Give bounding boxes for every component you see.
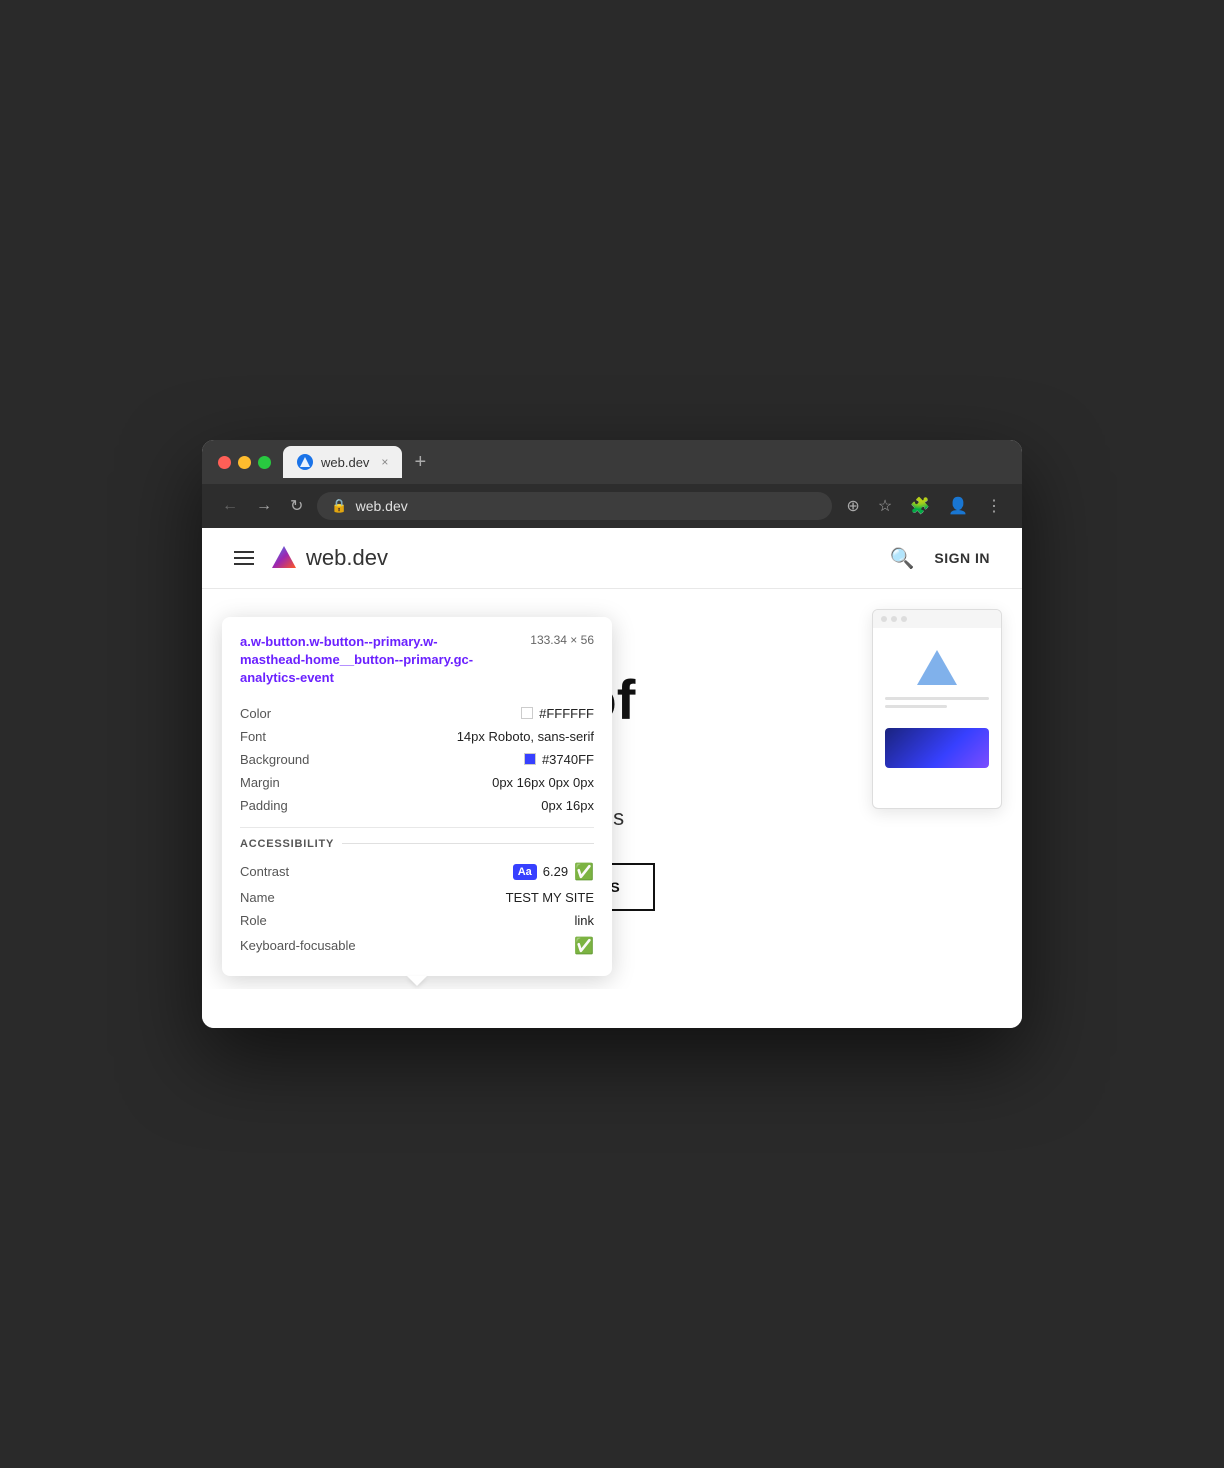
back-button[interactable]: ← <box>218 493 242 519</box>
inspector-value-color: #FFFFFF <box>521 706 594 721</box>
inspector-divider <box>240 827 594 828</box>
tooltip-arrow <box>407 976 427 986</box>
mockup-content <box>873 628 1001 780</box>
inspector-value-name: TEST MY SITE <box>506 890 594 905</box>
inspector-row-margin: Margin 0px 16px 0px 0px <box>240 771 594 794</box>
browser-tab[interactable]: web.dev × <box>283 446 402 478</box>
inspector-tooltip: a.w-button.w-button--primary.w-masthead-… <box>222 617 612 976</box>
inspector-row-contrast: Contrast Aa 6.29 ✅ <box>240 858 594 886</box>
hamburger-menu[interactable] <box>234 551 254 565</box>
inspector-label-role: Role <box>240 913 267 928</box>
lock-icon: 🔒 <box>331 498 347 514</box>
accessibility-header: ACCESSIBILITY <box>240 838 594 850</box>
inspector-row-keyboard: Keyboard-focusable ✅ <box>240 932 594 960</box>
mockup-line-1 <box>885 697 989 700</box>
hero-mockup <box>872 609 1002 809</box>
hero-area: a.w-button.w-button--primary.w-masthead-… <box>202 589 1022 989</box>
inspector-row-padding: Padding 0px 16px <box>240 794 594 817</box>
extensions-icon[interactable]: 🧩 <box>906 492 934 520</box>
mockup-dot-1 <box>881 616 887 622</box>
reload-button[interactable]: ↻ <box>286 492 307 520</box>
logo-icon <box>270 544 298 572</box>
site-header-left: web.dev <box>234 544 388 572</box>
inspector-row-name: Name TEST MY SITE <box>240 886 594 909</box>
mockup-wave-decoration <box>885 728 989 768</box>
site-logo[interactable]: web.dev <box>270 544 388 572</box>
inspector-row-role: Role link <box>240 909 594 932</box>
more-menu-icon[interactable]: ⋮ <box>982 492 1006 520</box>
browser-window: web.dev × + ← → ↻ 🔒 web.dev ⊕ ☆ 🧩 👤 ⋮ <box>202 440 1022 1028</box>
new-tab-button[interactable]: + <box>410 451 430 474</box>
close-button[interactable] <box>218 456 231 469</box>
inspector-row-font: Font 14px Roboto, sans-serif <box>240 725 594 748</box>
inspector-dimensions: 133.34 × 56 <box>530 633 594 647</box>
sign-in-button[interactable]: SIGN IN <box>934 550 990 566</box>
inspector-value-background: #3740FF <box>524 752 594 767</box>
inspector-label-keyboard: Keyboard-focusable <box>240 938 356 953</box>
inspector-label-font: Font <box>240 729 266 744</box>
tab-title: web.dev <box>321 455 369 470</box>
webpage-content: web.dev 🔍 SIGN IN a.w-button.w-button--p… <box>202 528 1022 1028</box>
inspector-label-name: Name <box>240 890 275 905</box>
profile-icon[interactable]: 👤 <box>944 492 972 520</box>
inspector-row-background: Background #3740FF <box>240 748 594 771</box>
mockup-dot-2 <box>891 616 897 622</box>
url-bar[interactable]: 🔒 web.dev <box>317 492 832 520</box>
hamburger-line-3 <box>234 563 254 565</box>
bookmark-icon[interactable]: ☆ <box>874 492 896 520</box>
tab-close-button[interactable]: × <box>381 455 388 469</box>
address-actions: ⊕ ☆ 🧩 👤 ⋮ <box>842 492 1006 520</box>
mockup-dot-3 <box>901 616 907 622</box>
search-icon[interactable]: 🔍 <box>889 546 914 571</box>
maximize-button[interactable] <box>258 456 271 469</box>
color-swatch-white <box>521 707 533 719</box>
inspector-value-padding: 0px 16px <box>541 798 594 813</box>
color-swatch-blue <box>524 753 536 765</box>
tab-bar: web.dev × + <box>283 446 1006 478</box>
contrast-badge: Aa <box>513 864 537 880</box>
site-header-right: 🔍 SIGN IN <box>889 546 990 571</box>
inspector-label-padding: Padding <box>240 798 288 813</box>
accessibility-line <box>342 843 594 844</box>
site-logo-text: web.dev <box>306 545 388 571</box>
minimize-button[interactable] <box>238 456 251 469</box>
inspector-selector: a.w-button.w-button--primary.w-masthead-… <box>240 633 500 688</box>
mockup-lines <box>885 697 989 708</box>
inspector-label-margin: Margin <box>240 775 280 790</box>
inspector-label-background: Background <box>240 752 309 767</box>
keyboard-check-icon: ✅ <box>574 936 594 956</box>
site-header: web.dev 🔍 SIGN IN <box>202 528 1022 589</box>
inspector-row-color: Color #FFFFFF <box>240 702 594 725</box>
accessibility-title: ACCESSIBILITY <box>240 838 334 850</box>
address-bar: ← → ↻ 🔒 web.dev ⊕ ☆ 🧩 👤 ⋮ <box>202 484 1022 528</box>
inspector-header: a.w-button.w-button--primary.w-masthead-… <box>240 633 594 688</box>
mockup-line-2 <box>885 705 947 708</box>
inspector-value-role: link <box>574 913 594 928</box>
traffic-lights <box>218 456 271 469</box>
mockup-triangle-icon <box>917 650 957 685</box>
mockup-browser <box>872 609 1002 809</box>
zoom-icon[interactable]: ⊕ <box>842 492 863 520</box>
inspector-value-font: 14px Roboto, sans-serif <box>457 729 594 744</box>
url-text: web.dev <box>356 498 819 514</box>
inspector-value-margin: 0px 16px 0px 0px <box>492 775 594 790</box>
hamburger-line-2 <box>234 557 254 559</box>
title-bar: web.dev × + <box>202 440 1022 484</box>
inspector-value-keyboard: ✅ <box>574 936 594 956</box>
mockup-topbar <box>873 610 1001 628</box>
tab-favicon <box>297 454 313 470</box>
inspector-label-color: Color <box>240 706 271 721</box>
hamburger-line-1 <box>234 551 254 553</box>
contrast-check-icon: ✅ <box>574 862 594 882</box>
forward-button[interactable]: → <box>252 493 276 519</box>
inspector-value-contrast: Aa 6.29 ✅ <box>513 862 594 882</box>
inspector-label-contrast: Contrast <box>240 864 289 879</box>
